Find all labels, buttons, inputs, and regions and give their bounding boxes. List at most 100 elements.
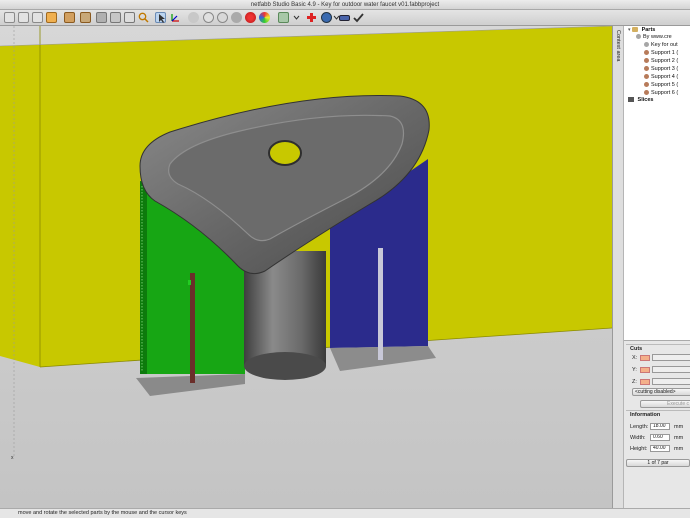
height-field[interactable]: 40.00 bbox=[650, 445, 670, 452]
cut-x-label: X: bbox=[632, 355, 638, 361]
cut-y-label: Y: bbox=[632, 367, 637, 373]
part-color-icon bbox=[636, 33, 641, 39]
part-item-label: Support 5 ( bbox=[651, 82, 679, 88]
part-item[interactable]: By www.cre bbox=[636, 33, 672, 41]
part-item-label: Key for out bbox=[651, 42, 678, 48]
right-panel: ▾ Parts By www.cre Key for out Support 1 (… bbox=[624, 26, 690, 508]
measure-icon[interactable] bbox=[203, 12, 214, 23]
width-unit: mm bbox=[674, 435, 684, 441]
key-hole bbox=[268, 140, 302, 166]
view-wire-icon[interactable] bbox=[124, 12, 135, 23]
new-project-icon[interactable] bbox=[4, 12, 15, 23]
part-color-icon bbox=[644, 57, 649, 63]
save-as-icon[interactable] bbox=[46, 12, 57, 23]
move-icon[interactable] bbox=[170, 12, 181, 23]
cuts-section: Cuts X: Y: Z: <cutting disabled> Execute… bbox=[626, 344, 690, 408]
cut-icon[interactable] bbox=[188, 12, 199, 23]
part-item[interactable]: Support 3 ( bbox=[644, 65, 678, 73]
chevron-down-icon[interactable] bbox=[293, 12, 300, 23]
app-window: netfabb Studio Basic 4.9 - Key for outdo… bbox=[0, 0, 690, 518]
add-support-icon[interactable] bbox=[306, 12, 317, 23]
slices-icon bbox=[628, 96, 634, 102]
part-item[interactable]: Support 5 ( bbox=[644, 81, 678, 89]
slices-group[interactable]: Slices bbox=[628, 96, 653, 104]
export-part-icon[interactable] bbox=[80, 12, 91, 23]
open-project-icon[interactable] bbox=[18, 12, 29, 23]
cut-x-field[interactable] bbox=[652, 354, 690, 361]
height-label: Height: bbox=[630, 446, 648, 452]
red-cross-glyph bbox=[307, 13, 316, 22]
part-item-label: Support 6 ( bbox=[651, 90, 679, 96]
magnifier-glyph bbox=[138, 12, 149, 23]
3d-viewport[interactable]: x bbox=[0, 26, 612, 508]
zoom-icon[interactable] bbox=[138, 12, 149, 23]
part-item-label: Support 3 ( bbox=[651, 66, 679, 72]
axes-glyph bbox=[171, 14, 179, 22]
chevron-glyph bbox=[293, 15, 300, 20]
part-item[interactable]: Support 2 ( bbox=[644, 57, 678, 65]
width-field[interactable]: 0.60 bbox=[650, 434, 670, 441]
width-label: Width: bbox=[630, 435, 646, 441]
shading-icon[interactable] bbox=[231, 12, 242, 23]
part-item[interactable]: Key for out bbox=[644, 41, 678, 49]
part-counter-button[interactable]: 1 of 7 par bbox=[626, 459, 690, 467]
status-text: move and rotate the selected parts by th… bbox=[18, 510, 187, 516]
status-bar: move and rotate the selected parts by th… bbox=[0, 508, 690, 518]
support-left-pin bbox=[190, 273, 195, 383]
height-unit: mm bbox=[674, 446, 684, 452]
part-color-icon bbox=[644, 41, 649, 47]
cut-z-field[interactable] bbox=[652, 378, 690, 385]
information-section: Information Length: 18.00 mm Width: 0.60… bbox=[626, 410, 690, 470]
sphere-icon[interactable] bbox=[217, 12, 228, 23]
part-color-icon bbox=[644, 49, 649, 55]
title-bar: netfabb Studio Basic 4.9 - Key for outdo… bbox=[0, 0, 690, 10]
support-right-pin bbox=[378, 248, 383, 360]
apply-icon[interactable] bbox=[353, 12, 364, 23]
folder-icon bbox=[632, 26, 639, 32]
context-area-label: Context area bbox=[615, 30, 621, 62]
support-left-edge bbox=[140, 181, 147, 374]
cut-z-swatch[interactable] bbox=[640, 379, 650, 385]
toolbar bbox=[0, 10, 690, 26]
cursor-glyph bbox=[159, 14, 165, 23]
parts-tree: ▾ Parts By www.cre Key for out Support 1 (… bbox=[624, 26, 690, 341]
part-color-icon bbox=[644, 65, 649, 71]
window-title: netfabb Studio Basic 4.9 - Key for outdo… bbox=[250, 2, 440, 8]
cuts-title: Cuts bbox=[630, 346, 643, 352]
part-item[interactable]: Support 4 ( bbox=[644, 73, 678, 81]
part-item-label: By www.cre bbox=[643, 34, 672, 40]
length-unit: mm bbox=[674, 424, 684, 430]
view-box-icon[interactable] bbox=[110, 12, 121, 23]
color-icon[interactable] bbox=[245, 12, 256, 23]
length-label: Length: bbox=[630, 424, 649, 430]
select-icon[interactable] bbox=[155, 12, 166, 23]
part-color-icon bbox=[644, 89, 649, 95]
add-part-icon[interactable] bbox=[64, 12, 75, 23]
collapse-icon[interactable]: ▾ bbox=[628, 27, 631, 33]
check-glyph bbox=[353, 13, 364, 23]
cut-mode-select[interactable]: <cutting disabled> bbox=[632, 388, 690, 396]
part-item-label: Support 1 ( bbox=[651, 50, 679, 56]
save-project-icon[interactable] bbox=[32, 12, 43, 23]
part-color-icon bbox=[644, 81, 649, 87]
help-icon[interactable] bbox=[339, 15, 350, 21]
cut-x-swatch[interactable] bbox=[640, 355, 650, 361]
cut-y-field[interactable] bbox=[652, 366, 690, 373]
execute-cut-button[interactable]: Execute c bbox=[640, 400, 690, 408]
visibility-icon[interactable] bbox=[278, 12, 289, 23]
information-title: Information bbox=[630, 412, 661, 418]
part-item-label: Support 4 ( bbox=[651, 74, 679, 80]
slices-label: Slices bbox=[637, 97, 654, 103]
part-item-label: Support 2 ( bbox=[651, 58, 679, 64]
repair-icon[interactable] bbox=[96, 12, 107, 23]
part-color-icon bbox=[644, 73, 649, 79]
scene-svg: x bbox=[0, 26, 612, 508]
context-area-tab[interactable]: Context area bbox=[612, 26, 624, 508]
palette-icon[interactable] bbox=[259, 12, 270, 23]
part-item[interactable]: Support 1 ( bbox=[644, 49, 678, 57]
length-field[interactable]: 18.00 bbox=[650, 423, 670, 430]
cut-y-swatch[interactable] bbox=[640, 367, 650, 373]
support-left-pin-mark bbox=[188, 280, 191, 285]
settings-icon[interactable] bbox=[321, 12, 332, 23]
cut-z-label: Z: bbox=[632, 379, 637, 385]
